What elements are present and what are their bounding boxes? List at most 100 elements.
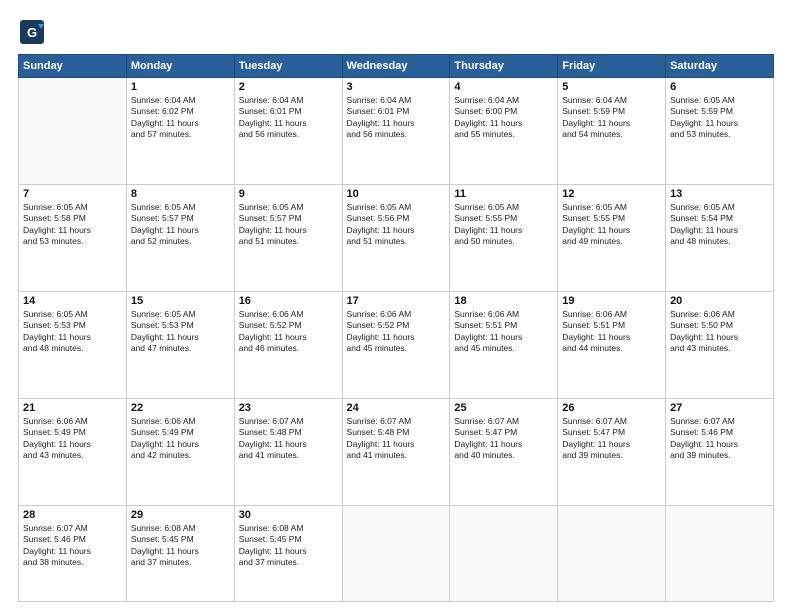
day-info: Sunrise: 6:05 AM Sunset: 5:56 PM Dayligh… [347, 202, 446, 248]
day-info: Sunrise: 6:07 AM Sunset: 5:47 PM Dayligh… [454, 416, 553, 462]
calendar-cell [558, 505, 666, 601]
day-number: 22 [131, 402, 230, 414]
day-number: 23 [239, 402, 338, 414]
weekday-header-monday: Monday [126, 55, 234, 78]
logo-icon: G [18, 18, 46, 46]
day-info: Sunrise: 6:04 AM Sunset: 6:02 PM Dayligh… [131, 95, 230, 141]
day-number: 29 [131, 509, 230, 521]
day-number: 30 [239, 509, 338, 521]
calendar-cell [342, 505, 450, 601]
calendar-cell: 23 Sunrise: 6:07 AM Sunset: 5:48 PM Dayli… [234, 398, 342, 505]
day-info: Sunrise: 6:06 AM Sunset: 5:49 PM Dayligh… [23, 416, 122, 462]
day-info: Sunrise: 6:07 AM Sunset: 5:48 PM Dayligh… [239, 416, 338, 462]
week-row-2: 7 Sunrise: 6:05 AM Sunset: 5:58 PM Daylig… [19, 184, 774, 291]
day-number: 10 [347, 188, 446, 200]
day-info: Sunrise: 6:07 AM Sunset: 5:47 PM Dayligh… [562, 416, 661, 462]
calendar-cell: 4 Sunrise: 6:04 AM Sunset: 6:00 PM Daylig… [450, 78, 558, 185]
day-number: 21 [23, 402, 122, 414]
weekday-header-saturday: Saturday [666, 55, 774, 78]
day-number: 3 [347, 81, 446, 93]
day-info: Sunrise: 6:06 AM Sunset: 5:50 PM Dayligh… [670, 309, 769, 355]
calendar-cell: 1Sunrise: 6:04 AM Sunset: 6:02 PM Daylig… [126, 78, 234, 185]
weekday-header-thursday: Thursday [450, 55, 558, 78]
day-number: 16 [239, 295, 338, 307]
day-info: Sunrise: 6:05 AM Sunset: 5:57 PM Dayligh… [131, 202, 230, 248]
day-info: Sunrise: 6:06 AM Sunset: 5:51 PM Dayligh… [454, 309, 553, 355]
day-info: Sunrise: 6:07 AM Sunset: 5:48 PM Dayligh… [347, 416, 446, 462]
calendar-cell [666, 505, 774, 601]
svg-text:G: G [27, 25, 37, 40]
calendar-cell: 13Sunrise: 6:05 AM Sunset: 5:54 PM Dayli… [666, 184, 774, 291]
weekday-header-tuesday: Tuesday [234, 55, 342, 78]
calendar-cell [450, 505, 558, 601]
calendar-cell: 2Sunrise: 6:04 AM Sunset: 6:01 PM Daylig… [234, 78, 342, 185]
day-number: 6 [670, 81, 769, 93]
day-number: 17 [347, 295, 446, 307]
day-number: 9 [239, 188, 338, 200]
logo: G [18, 18, 50, 46]
day-info: Sunrise: 6:06 AM Sunset: 5:49 PM Dayligh… [131, 416, 230, 462]
day-info: Sunrise: 6:05 AM Sunset: 5:58 PM Dayligh… [23, 202, 122, 248]
calendar-cell: 30 Sunrise: 6:08 AM Sunset: 5:45 PM Dayli… [234, 505, 342, 601]
calendar-cell: 24 Sunrise: 6:07 AM Sunset: 5:48 PM Dayli… [342, 398, 450, 505]
week-row-5: 28 Sunrise: 6:07 AM Sunset: 5:46 PM Dayli… [19, 505, 774, 601]
day-info: Sunrise: 6:05 AM Sunset: 5:53 PM Dayligh… [23, 309, 122, 355]
calendar-cell [19, 78, 127, 185]
day-info: Sunrise: 6:08 AM Sunset: 5:45 PM Dayligh… [239, 523, 338, 569]
calendar-cell: 27 Sunrise: 6:07 AM Sunset: 5:46 PM Dayli… [666, 398, 774, 505]
weekday-header-friday: Friday [558, 55, 666, 78]
day-number: 15 [131, 295, 230, 307]
day-number: 27 [670, 402, 769, 414]
calendar-cell: 25 Sunrise: 6:07 AM Sunset: 5:47 PM Dayli… [450, 398, 558, 505]
calendar-cell: 29 Sunrise: 6:08 AM Sunset: 5:45 PM Dayli… [126, 505, 234, 601]
calendar-cell: 18 Sunrise: 6:06 AM Sunset: 5:51 PM Dayli… [450, 291, 558, 398]
day-number: 19 [562, 295, 661, 307]
calendar-cell: 21 Sunrise: 6:06 AM Sunset: 5:49 PM Dayli… [19, 398, 127, 505]
day-number: 5 [562, 81, 661, 93]
calendar-cell: 26 Sunrise: 6:07 AM Sunset: 5:47 PM Dayli… [558, 398, 666, 505]
calendar-cell: 22 Sunrise: 6:06 AM Sunset: 5:49 PM Dayli… [126, 398, 234, 505]
calendar-cell: 7 Sunrise: 6:05 AM Sunset: 5:58 PM Daylig… [19, 184, 127, 291]
day-info: Sunrise: 6:05 AM Sunset: 5:55 PM Dayligh… [454, 202, 553, 248]
day-number: 14 [23, 295, 122, 307]
day-number: 26 [562, 402, 661, 414]
calendar-cell: 5 Sunrise: 6:04 AM Sunset: 5:59 PM Daylig… [558, 78, 666, 185]
day-info: Sunrise: 6:04 AM Sunset: 6:01 PM Dayligh… [347, 95, 446, 141]
day-info: Sunrise: 6:06 AM Sunset: 5:52 PM Dayligh… [239, 309, 338, 355]
week-row-3: 14 Sunrise: 6:05 AM Sunset: 5:53 PM Dayli… [19, 291, 774, 398]
weekday-header-wednesday: Wednesday [342, 55, 450, 78]
day-info: Sunrise: 6:06 AM Sunset: 5:52 PM Dayligh… [347, 309, 446, 355]
calendar-cell: 8Sunrise: 6:05 AM Sunset: 5:57 PM Daylig… [126, 184, 234, 291]
calendar-cell: 15 Sunrise: 6:05 AM Sunset: 5:53 PM Dayli… [126, 291, 234, 398]
day-number: 25 [454, 402, 553, 414]
calendar-cell: 16 Sunrise: 6:06 AM Sunset: 5:52 PM Dayli… [234, 291, 342, 398]
day-number: 18 [454, 295, 553, 307]
day-number: 13 [670, 188, 769, 200]
day-info: Sunrise: 6:05 AM Sunset: 5:57 PM Dayligh… [239, 202, 338, 248]
calendar-cell: 12 Sunrise: 6:05 AM Sunset: 5:55 PM Dayli… [558, 184, 666, 291]
calendar-cell: 3 Sunrise: 6:04 AM Sunset: 6:01 PM Daylig… [342, 78, 450, 185]
day-info: Sunrise: 6:08 AM Sunset: 5:45 PM Dayligh… [131, 523, 230, 569]
header: G [18, 18, 774, 46]
page: G SundayMondayTuesdayWednesdayThursdayFr… [0, 0, 792, 612]
day-info: Sunrise: 6:04 AM Sunset: 6:00 PM Dayligh… [454, 95, 553, 141]
day-info: Sunrise: 6:04 AM Sunset: 5:59 PM Dayligh… [562, 95, 661, 141]
day-number: 12 [562, 188, 661, 200]
weekday-header-row: SundayMondayTuesdayWednesdayThursdayFrid… [19, 55, 774, 78]
day-number: 24 [347, 402, 446, 414]
calendar-cell: 17 Sunrise: 6:06 AM Sunset: 5:52 PM Dayli… [342, 291, 450, 398]
week-row-4: 21 Sunrise: 6:06 AM Sunset: 5:49 PM Dayli… [19, 398, 774, 505]
day-number: 11 [454, 188, 553, 200]
day-number: 7 [23, 188, 122, 200]
calendar-cell: 10 Sunrise: 6:05 AM Sunset: 5:56 PM Dayli… [342, 184, 450, 291]
day-number: 28 [23, 509, 122, 521]
day-info: Sunrise: 6:07 AM Sunset: 5:46 PM Dayligh… [670, 416, 769, 462]
day-number: 20 [670, 295, 769, 307]
day-info: Sunrise: 6:05 AM Sunset: 5:55 PM Dayligh… [562, 202, 661, 248]
day-info: Sunrise: 6:06 AM Sunset: 5:51 PM Dayligh… [562, 309, 661, 355]
calendar-cell: 28 Sunrise: 6:07 AM Sunset: 5:46 PM Dayli… [19, 505, 127, 601]
week-row-1: 1Sunrise: 6:04 AM Sunset: 6:02 PM Daylig… [19, 78, 774, 185]
day-number: 4 [454, 81, 553, 93]
day-info: Sunrise: 6:07 AM Sunset: 5:46 PM Dayligh… [23, 523, 122, 569]
day-info: Sunrise: 6:05 AM Sunset: 5:53 PM Dayligh… [131, 309, 230, 355]
